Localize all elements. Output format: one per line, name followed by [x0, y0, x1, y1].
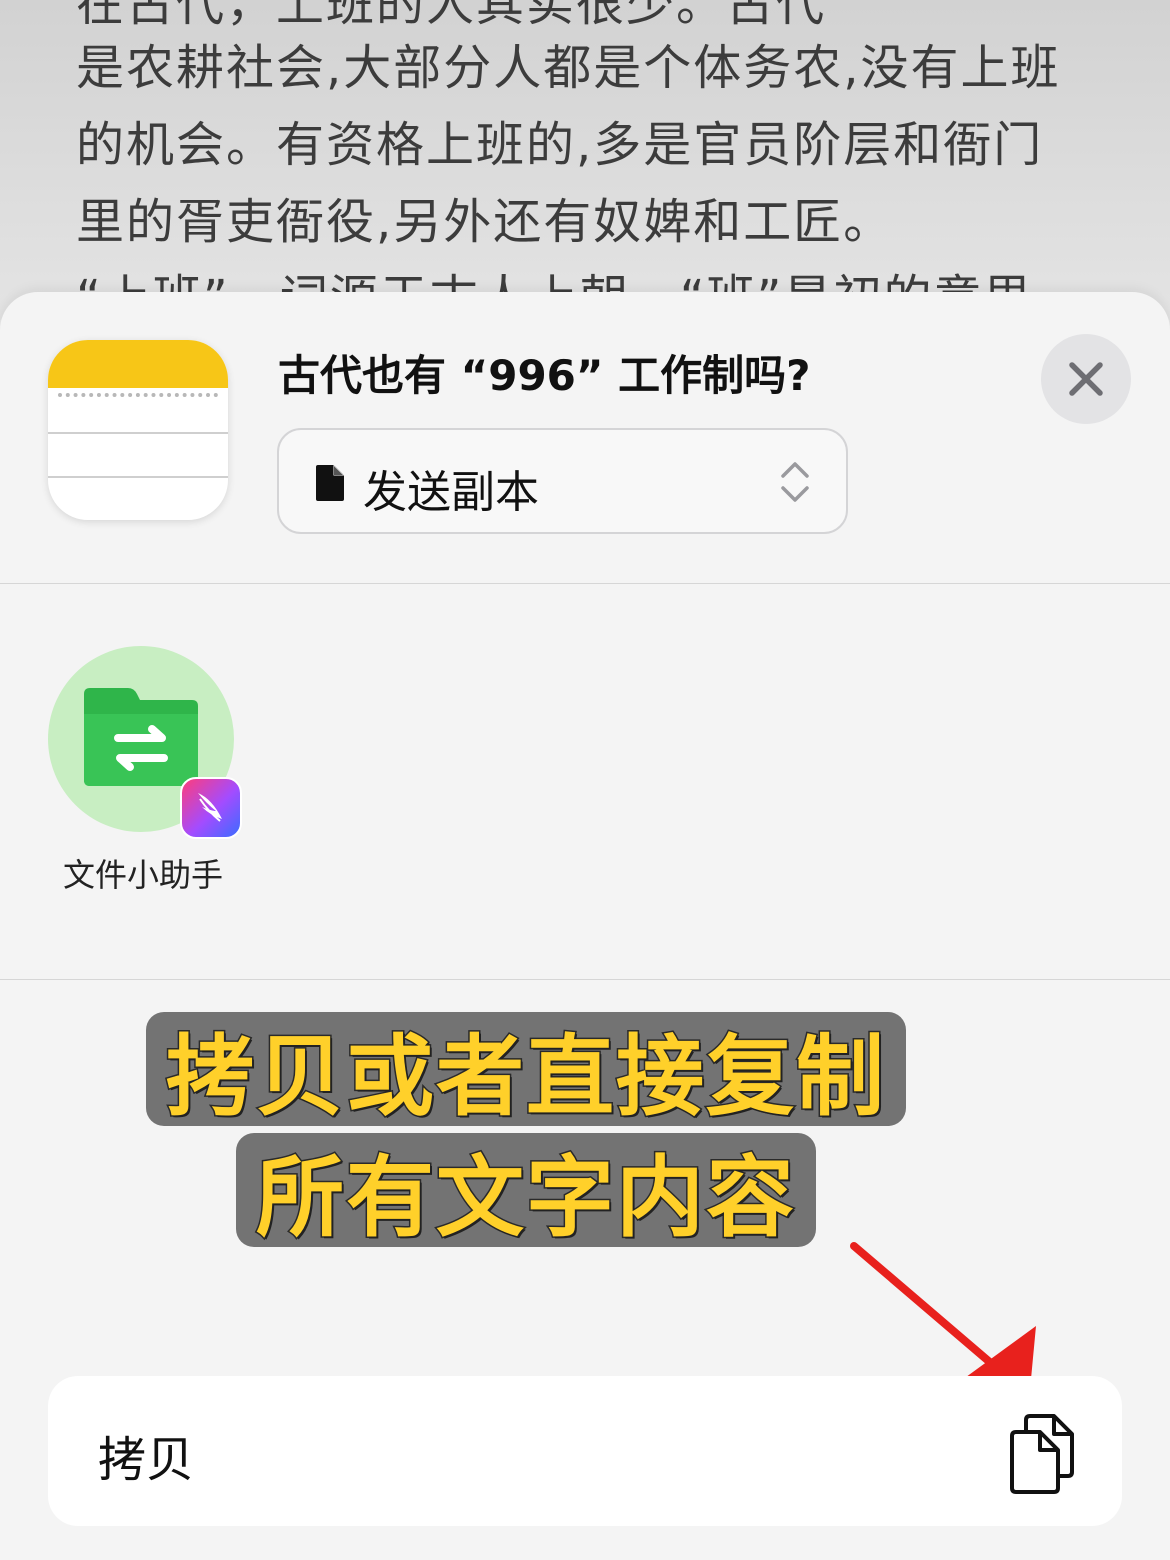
share-target-label: 文件小助手: [62, 856, 223, 894]
send-mode-label: 发送副本: [363, 467, 539, 518]
copy-action-label: 拷贝: [98, 1432, 195, 1488]
copy-icon: [1010, 1414, 1074, 1494]
background-note-text: 在古代，上班的人其实很少。古代 是农耕社会,大部分人都是个体务农,没有上班 的机…: [0, 0, 1170, 320]
copy-action-row[interactable]: 拷贝: [48, 1376, 1122, 1526]
screen: 在古代，上班的人其实很少。古代 是农耕社会,大部分人都是个体务农,没有上班 的机…: [0, 0, 1170, 1560]
overlay-caption-line1: 拷贝或者直接复制: [146, 1012, 906, 1129]
notes-app-icon: [48, 340, 228, 520]
close-icon: [1069, 362, 1103, 396]
note-line: 是农耕社会,大部分人都是个体务农,没有上班: [76, 40, 1061, 96]
overlay-caption-line2: 所有文字内容: [236, 1133, 816, 1250]
note-line: 里的胥吏衙役,另外还有奴婢和工匠。: [76, 194, 894, 250]
share-sheet-title: 古代也有 “996” 工作制吗?: [278, 351, 811, 400]
close-button[interactable]: [1041, 334, 1131, 424]
send-mode-select[interactable]: 发送副本: [277, 428, 848, 534]
note-line: 的机会。有资格上班的,多是官员阶层和衙门: [76, 117, 1044, 173]
divider: [0, 979, 1170, 980]
feishu-badge-icon: [180, 777, 242, 839]
chevron-up-down-icon: [781, 462, 809, 502]
share-target-file-assistant[interactable]: 文件小助手: [40, 644, 246, 894]
document-icon: [316, 465, 344, 501]
divider: [0, 583, 1170, 584]
file-transfer-folder-icon: [84, 688, 198, 786]
